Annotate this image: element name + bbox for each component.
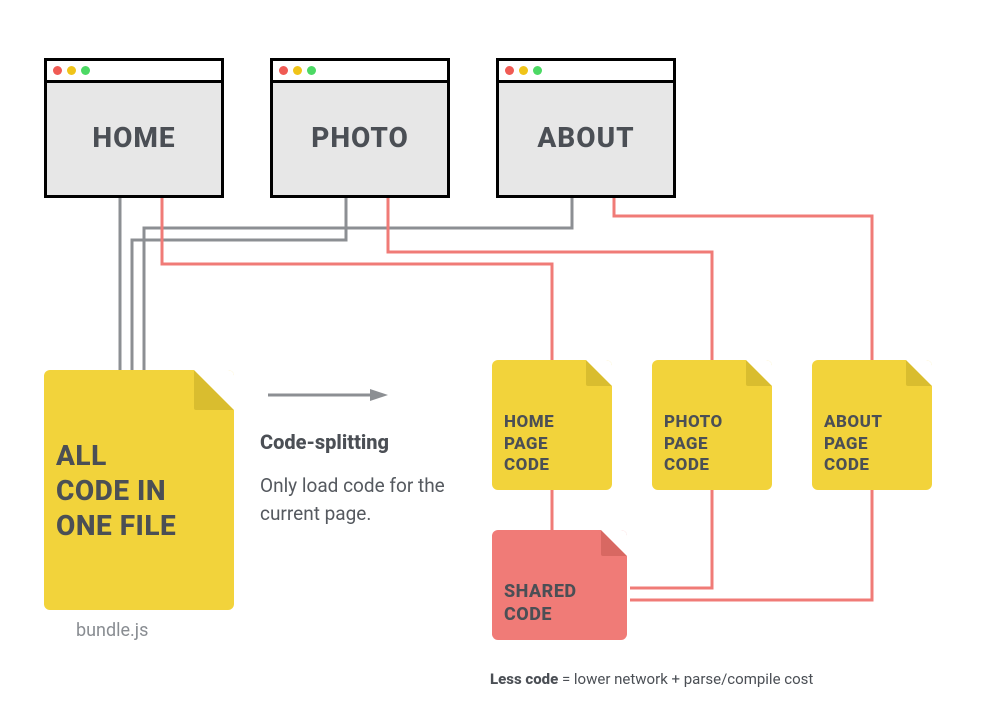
browser-title-photo: PHOTO [273,83,447,193]
chunk-shared: SHARED CODE [492,530,627,640]
chunk-shared-label: SHARED CODE [504,581,577,626]
window-titlebar [499,61,673,83]
window-titlebar [273,61,447,83]
minimize-dot-icon [293,66,302,75]
browser-about: ABOUT [496,58,676,198]
chunk-home-label: HOME PAGE CODE [504,412,554,476]
chunk-about: ABOUT PAGE CODE [812,360,932,490]
chunk-home: HOME PAGE CODE [492,360,612,490]
browser-home: HOME [44,58,224,198]
close-dot-icon [279,66,288,75]
browser-photo: PHOTO [270,58,450,198]
chunk-photo-label: PHOTO PAGE CODE [664,412,723,476]
explanation-heading: Code-splitting [260,430,470,454]
close-dot-icon [505,66,514,75]
chunk-about-label: ABOUT PAGE CODE [824,412,883,476]
close-dot-icon [53,66,62,75]
chunk-photo: PHOTO PAGE CODE [652,360,772,490]
explanation-block: Code-splitting Only load code for the cu… [260,430,470,527]
zoom-dot-icon [81,66,90,75]
footer-note-rest: = lower network + parse/compile cost [558,670,813,688]
minimize-dot-icon [67,66,76,75]
browser-title-about: ABOUT [499,83,673,193]
zoom-dot-icon [307,66,316,75]
footer-note-bold: Less code [490,670,558,688]
explanation-body: Only load code for the current page. [260,472,470,527]
arrow-head [370,389,388,401]
minimize-dot-icon [519,66,528,75]
bundle-file-label: ALL CODE IN ONE FILE [56,438,176,543]
zoom-dot-icon [533,66,542,75]
bundle-filename: bundle.js [76,620,148,641]
browser-title-home: HOME [47,83,221,193]
footer-note: Less code = lower network + parse/compil… [490,670,813,688]
window-titlebar [47,61,221,83]
bundle-file: ALL CODE IN ONE FILE [44,370,234,610]
